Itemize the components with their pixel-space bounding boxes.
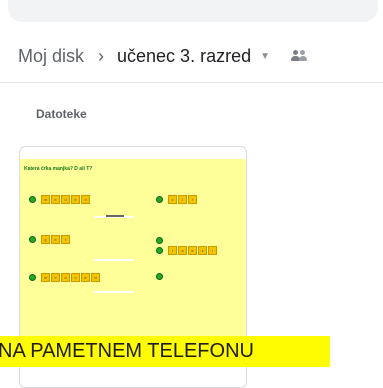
smiley-icon: [156, 273, 163, 280]
breadcrumb-root[interactable]: Moj disk: [18, 46, 84, 67]
thumbnail-word-5: t a k s i: [156, 246, 218, 255]
thumbnail-word-2: g e t: [29, 235, 71, 244]
smiley-icon: [156, 237, 163, 244]
thumbnail-word-3: m e d v e d: [29, 273, 101, 282]
search-bar[interactable]: [8, 0, 378, 22]
smiley-icon: [29, 236, 36, 243]
breadcrumb: Moj disk › učenec 3. razred ▼: [18, 44, 308, 68]
thumbnail-title: Katera črka manjka? D ali T?: [24, 166, 93, 172]
section-label-files: Datoteke: [36, 107, 87, 121]
smiley-icon: [29, 196, 36, 203]
file-thumbnail: Katera črka manjka? D ali T? m e d e d s…: [20, 159, 246, 359]
smiley-icon: [156, 196, 163, 203]
top-bar: [0, 0, 383, 24]
smiley-icon: [156, 247, 163, 254]
thumbnail-word-1: m e d e d: [29, 195, 91, 204]
thumbnail-decoration: [94, 291, 134, 293]
thumbnail-decoration: [94, 259, 134, 261]
thumbnail-word-4: s i t: [156, 195, 198, 204]
caption-banner-text: NA PAMETNEM TELEFONU: [0, 340, 254, 362]
thumbnail-decoration: [106, 215, 124, 217]
chevron-right-icon: ›: [98, 45, 105, 66]
breadcrumb-current-folder[interactable]: učenec 3. razred: [117, 46, 251, 67]
divider: [0, 82, 383, 83]
dropdown-arrow-icon[interactable]: ▼: [260, 51, 270, 62]
shared-folder-icon: [290, 49, 308, 63]
caption-banner: NA PAMETNEM TELEFONU: [0, 336, 330, 367]
smiley-icon: [29, 274, 36, 281]
